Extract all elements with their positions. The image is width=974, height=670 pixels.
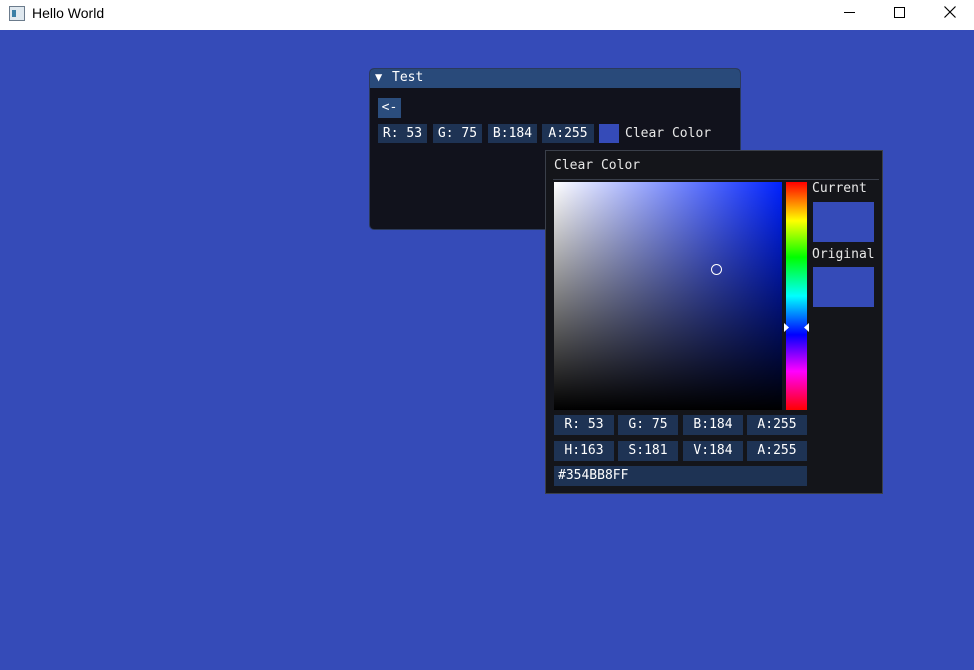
original-color-swatch[interactable] xyxy=(813,267,874,307)
test-window-header[interactable]: ▼ Test xyxy=(370,69,740,88)
minimize-icon[interactable] xyxy=(825,0,875,30)
picker-alpha2-field[interactable]: A:255 xyxy=(747,441,807,461)
current-color-swatch xyxy=(813,202,874,242)
picker-green-field[interactable]: G: 75 xyxy=(618,415,678,435)
color-swatch-button[interactable] xyxy=(599,124,619,143)
window-title: Hello World xyxy=(32,5,105,21)
picker-hue-field[interactable]: H:163 xyxy=(554,441,614,461)
picker-alpha-field[interactable]: A:255 xyxy=(747,415,807,435)
test-window-title: Test xyxy=(392,70,424,85)
triangle-down-icon[interactable]: ▼ xyxy=(375,70,382,84)
back-button[interactable]: <- xyxy=(378,98,401,118)
app-icon xyxy=(9,6,25,21)
alpha-field[interactable]: A:255 xyxy=(542,124,594,143)
picker-blue-field[interactable]: B:184 xyxy=(683,415,743,435)
clear-color-label: Clear Color xyxy=(625,126,712,141)
red-field[interactable]: R: 53 xyxy=(378,124,427,143)
hue-marker-icon[interactable] xyxy=(784,323,809,332)
saturation-value-square[interactable] xyxy=(554,182,782,410)
blue-field[interactable]: B:184 xyxy=(488,124,537,143)
window-titlebar: Hello World xyxy=(0,0,974,30)
hex-input[interactable]: #354BB8FF xyxy=(554,466,807,486)
close-icon[interactable] xyxy=(925,0,974,30)
maximize-icon[interactable] xyxy=(875,0,925,30)
color-picker-popup: Clear Color Current Original R: 53 G: 75… xyxy=(545,150,883,494)
sv-cursor[interactable] xyxy=(711,264,722,275)
current-label: Current xyxy=(812,181,867,196)
divider xyxy=(553,179,879,180)
picker-saturation-field[interactable]: S:181 xyxy=(618,441,678,461)
hue-slider[interactable] xyxy=(784,182,809,410)
picker-value-field[interactable]: V:184 xyxy=(683,441,743,461)
green-field[interactable]: G: 75 xyxy=(433,124,482,143)
picker-red-field[interactable]: R: 53 xyxy=(554,415,614,435)
original-label: Original xyxy=(812,247,875,262)
picker-title: Clear Color xyxy=(554,158,641,173)
